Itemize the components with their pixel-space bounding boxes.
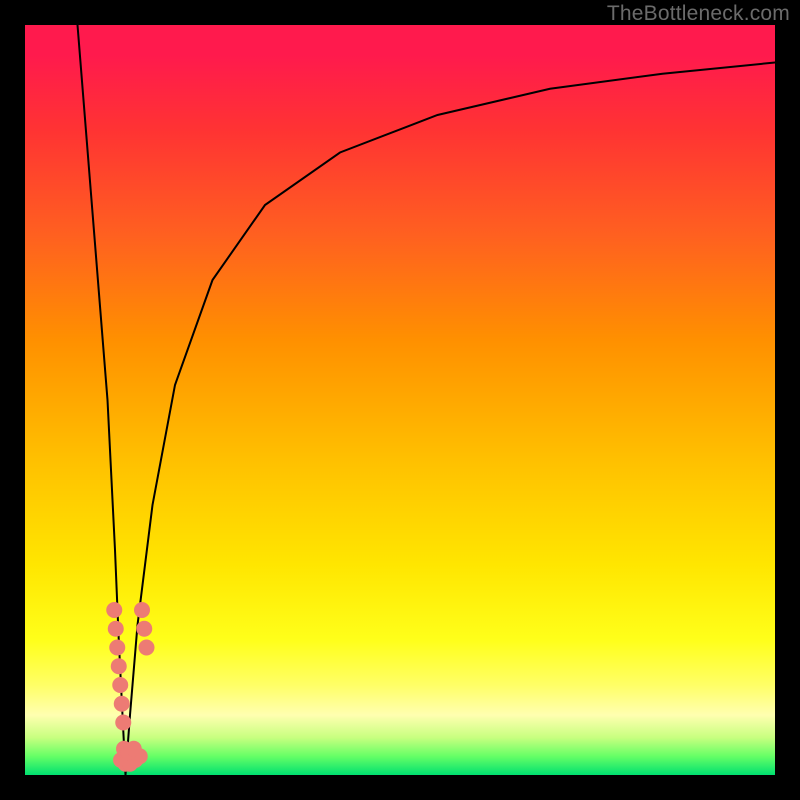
watermark-text: TheBottleneck.com: [607, 2, 790, 26]
dot-left-dots: [111, 658, 127, 674]
dot-left-dots: [115, 715, 131, 731]
scatter-layer: [106, 602, 154, 772]
dot-left-dots: [114, 696, 130, 712]
dot-bottom-cluster: [126, 741, 142, 757]
dot-left-dots: [109, 640, 125, 656]
line-layer: [78, 25, 776, 775]
curve-right-branch: [126, 63, 776, 776]
chart-svg: [25, 25, 775, 775]
dot-left-dots: [108, 621, 124, 637]
dot-right-dots: [136, 621, 152, 637]
dot-left-dots: [112, 677, 128, 693]
plot-area: [25, 25, 775, 775]
dot-right-dots: [139, 640, 155, 656]
chart-outer-frame: TheBottleneck.com: [0, 0, 800, 800]
dot-left-dots: [106, 602, 122, 618]
dot-right-dots: [134, 602, 150, 618]
